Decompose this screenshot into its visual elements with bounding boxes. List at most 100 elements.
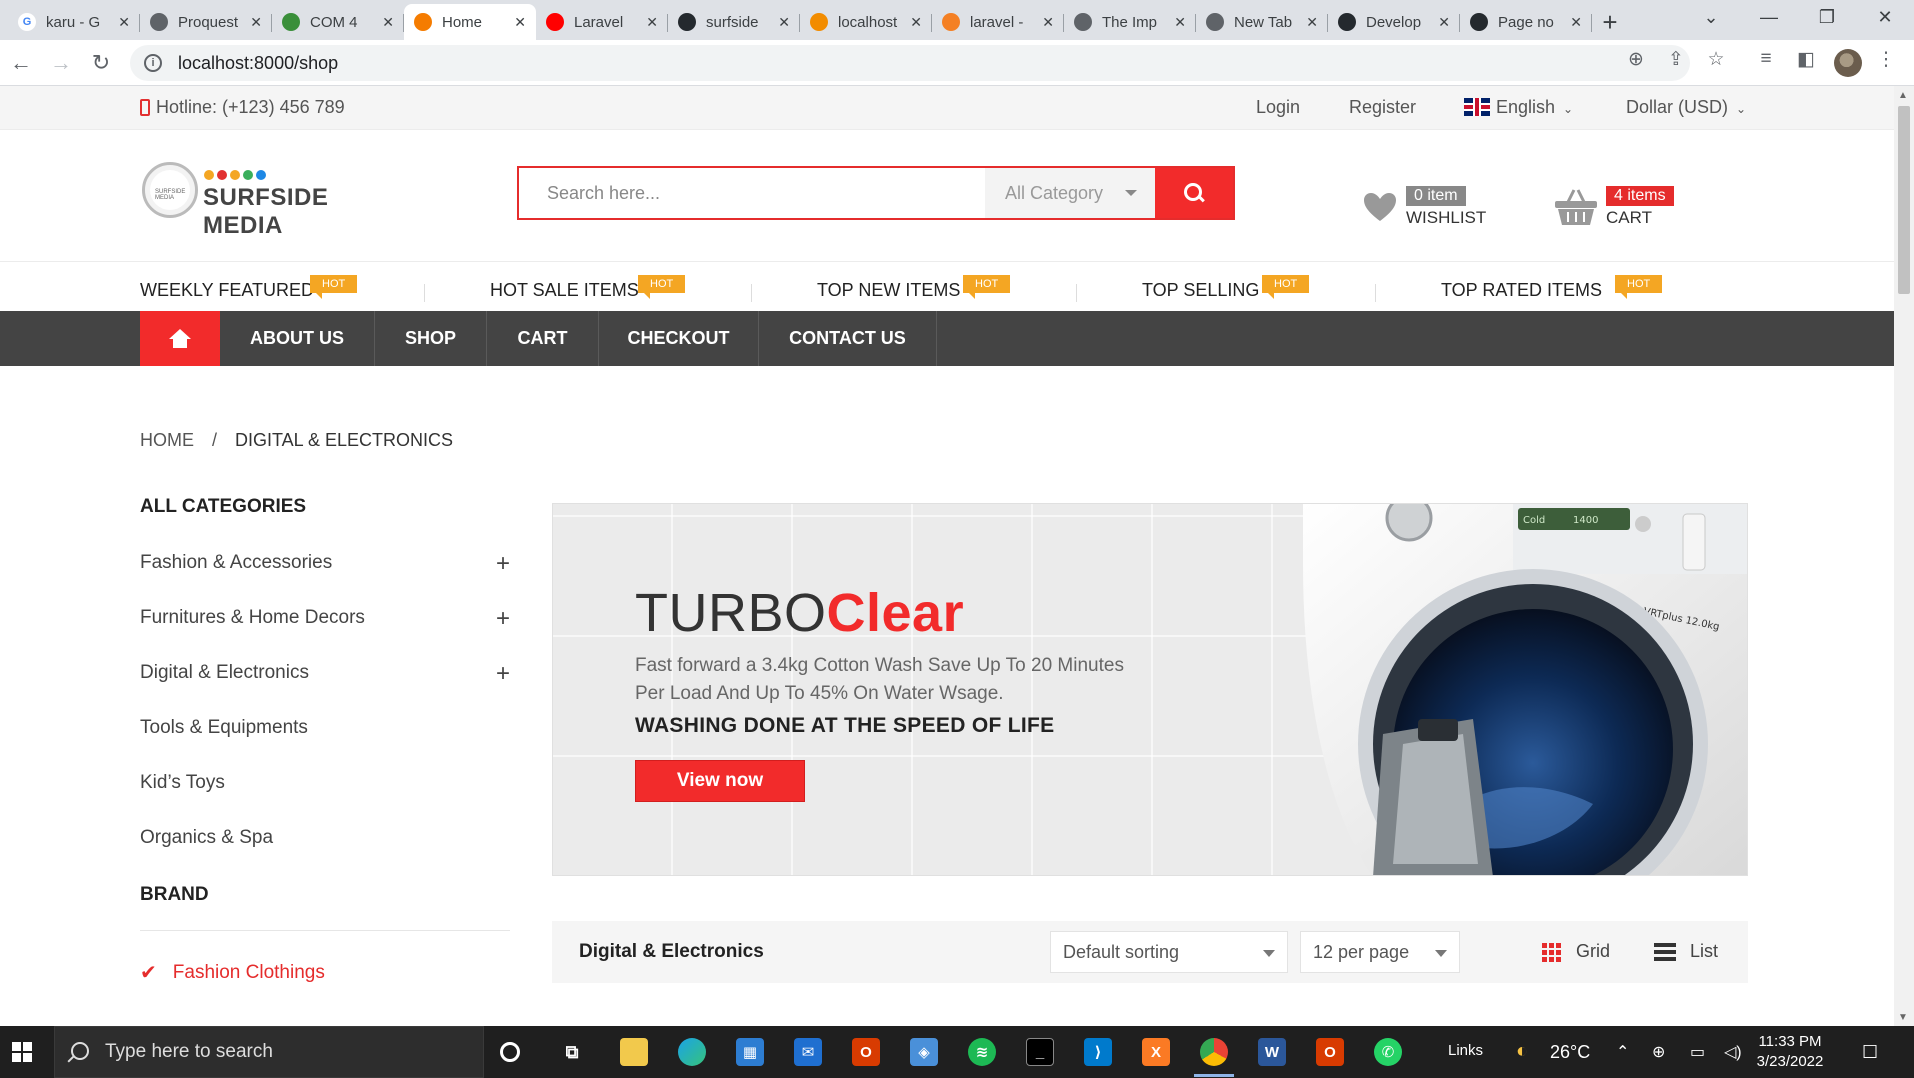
category-item[interactable]: Kid’s Toys: [140, 772, 510, 794]
windows-start-icon[interactable]: [12, 1042, 32, 1062]
tab-search-icon[interactable]: ⌄: [1682, 0, 1740, 34]
expand-plus-icon[interactable]: +: [496, 660, 510, 688]
category-label[interactable]: Tools & Equipments: [140, 717, 308, 738]
grid-view-toggle[interactable]: Grid: [1542, 941, 1610, 962]
mail-icon[interactable]: ✉: [794, 1038, 822, 1066]
category-select[interactable]: All Category: [985, 168, 1155, 218]
chevron-up-icon[interactable]: ⌃: [1616, 1042, 1629, 1062]
per-page-select[interactable]: 12 per page: [1300, 931, 1460, 973]
browser-tab[interactable]: The Imp ✕: [1064, 4, 1196, 40]
category-label[interactable]: Organics & Spa: [140, 827, 273, 848]
scroll-up-icon[interactable]: ▲: [1898, 90, 1908, 101]
site-info-icon[interactable]: i: [144, 54, 162, 72]
network-icon[interactable]: ⊕: [1652, 1042, 1665, 1062]
close-tab-icon[interactable]: ✕: [250, 14, 262, 31]
word-icon[interactable]: W: [1258, 1038, 1286, 1066]
category-item[interactable]: Digital & Electronics +: [140, 660, 510, 687]
breadcrumb-home[interactable]: HOME: [140, 430, 194, 450]
category-item[interactable]: Organics & Spa: [140, 827, 510, 849]
office-icon[interactable]: O: [1316, 1038, 1344, 1066]
browser-tab[interactable]: Home ✕: [404, 4, 536, 40]
nav-about-us[interactable]: ABOUT US: [220, 311, 375, 366]
new-tab-icon[interactable]: +: [1592, 4, 1628, 40]
nav-checkout[interactable]: CHECKOUT: [599, 311, 759, 366]
brand-label[interactable]: Fashion Clothings: [173, 962, 325, 984]
close-tab-icon[interactable]: ✕: [778, 14, 790, 31]
expand-plus-icon[interactable]: +: [496, 550, 510, 578]
menu-kebab-icon[interactable]: ⋮: [1872, 48, 1900, 71]
scroll-down-icon[interactable]: ▼: [1898, 1012, 1908, 1023]
weather-icon[interactable]: ◐: [1516, 1040, 1528, 1063]
close-tab-icon[interactable]: ✕: [1174, 14, 1186, 31]
language-select[interactable]: English ⌄: [1464, 97, 1573, 118]
zoom-icon[interactable]: ⊕: [1622, 48, 1650, 71]
search-input[interactable]: [519, 168, 985, 218]
list-view-toggle[interactable]: List: [1654, 941, 1718, 962]
category-label[interactable]: Furnitures & Home Decors: [140, 607, 365, 628]
minimize-icon[interactable]: —: [1740, 0, 1798, 34]
close-tab-icon[interactable]: ✕: [382, 14, 394, 31]
category-label[interactable]: Digital & Electronics: [140, 662, 309, 683]
brand-item[interactable]: ✔ Fashion Clothings: [140, 960, 325, 985]
links-toolbar[interactable]: Links: [1448, 1042, 1483, 1059]
browser-tab[interactable]: COM 4 ✕: [272, 4, 404, 40]
featured-link-hot-sale[interactable]: HOT SALE ITEMS: [490, 280, 639, 301]
featured-link-top-rated[interactable]: TOP RATED ITEMS: [1441, 280, 1602, 301]
notification-icon[interactable]: ☐: [1862, 1042, 1878, 1063]
nav-contact-us[interactable]: CONTACT US: [759, 311, 937, 366]
nav-home-button[interactable]: [140, 311, 220, 366]
store-icon[interactable]: ▦: [736, 1038, 764, 1066]
taskbar-search[interactable]: Type here to search: [54, 1026, 484, 1078]
xampp-icon[interactable]: X: [1142, 1038, 1170, 1066]
back-icon[interactable]: ←: [6, 48, 36, 78]
cart-widget[interactable]: 4 items CART: [1554, 186, 1674, 228]
chrome-icon[interactable]: [1200, 1038, 1228, 1066]
side-panel-icon[interactable]: ◧: [1792, 48, 1820, 71]
bookmark-star-icon[interactable]: ☆: [1702, 48, 1730, 71]
profile-avatar[interactable]: [1834, 49, 1862, 77]
category-label[interactable]: Fashion & Accessories: [140, 552, 332, 573]
browser-tab[interactable]: Page no ✕: [1460, 4, 1592, 40]
close-tab-icon[interactable]: ✕: [646, 14, 658, 31]
site-logo[interactable]: SURFSIDE MEDIA SURFSIDE MEDIA: [140, 160, 390, 239]
browser-tab[interactable]: localhost ✕: [800, 4, 932, 40]
edge-icon[interactable]: [678, 1038, 706, 1066]
view-now-button[interactable]: View now: [635, 760, 805, 802]
whatsapp-icon[interactable]: ✆: [1374, 1038, 1402, 1066]
close-tab-icon[interactable]: ✕: [1570, 14, 1582, 31]
share-icon[interactable]: ⇪: [1662, 48, 1690, 71]
battery-icon[interactable]: ▭: [1690, 1042, 1705, 1062]
task-view-icon[interactable]: ⧉: [558, 1038, 586, 1066]
scrollbar-thumb[interactable]: [1898, 106, 1910, 294]
close-tab-icon[interactable]: ✕: [514, 14, 526, 31]
currency-select[interactable]: Dollar (USD) ⌄: [1626, 97, 1746, 118]
cortana-icon[interactable]: [500, 1042, 520, 1062]
category-item[interactable]: Tools & Equipments: [140, 717, 510, 739]
close-window-icon[interactable]: ✕: [1856, 0, 1914, 34]
nav-cart[interactable]: CART: [487, 311, 599, 366]
address-bar[interactable]: i localhost:8000/shop: [130, 45, 1690, 81]
browser-tab[interactable]: laravel - ✕: [932, 4, 1064, 40]
sort-select[interactable]: Default sorting: [1050, 931, 1288, 973]
featured-link-top-new[interactable]: TOP NEW ITEMS: [817, 280, 960, 301]
close-tab-icon[interactable]: ✕: [1438, 14, 1450, 31]
featured-link-top-selling[interactable]: TOP SELLING: [1142, 280, 1259, 301]
wishlist-widget[interactable]: 0 item WISHLIST: [1362, 186, 1486, 228]
app-icon[interactable]: ◈: [910, 1038, 938, 1066]
restore-icon[interactable]: ❐: [1798, 0, 1856, 34]
category-item[interactable]: Fashion & Accessories +: [140, 550, 510, 577]
volume-icon[interactable]: ◁): [1724, 1042, 1742, 1062]
register-link[interactable]: Register: [1349, 97, 1416, 118]
nav-shop[interactable]: SHOP: [375, 311, 487, 366]
file-explorer-icon[interactable]: [620, 1038, 648, 1066]
featured-link-weekly[interactable]: WEEKLY FEATURED: [140, 280, 314, 301]
clock[interactable]: 11:33 PM 3/23/2022: [1750, 1032, 1830, 1072]
url-text[interactable]: localhost:8000/shop: [178, 53, 338, 74]
close-tab-icon[interactable]: ✕: [118, 14, 130, 31]
reload-icon[interactable]: ↻: [86, 48, 116, 78]
office-icon[interactable]: O: [852, 1038, 880, 1066]
browser-tab[interactable]: surfside ✕: [668, 4, 800, 40]
close-tab-icon[interactable]: ✕: [1306, 14, 1318, 31]
vscode-icon[interactable]: ⟩: [1084, 1038, 1112, 1066]
reading-list-icon[interactable]: ≡: [1752, 48, 1780, 70]
